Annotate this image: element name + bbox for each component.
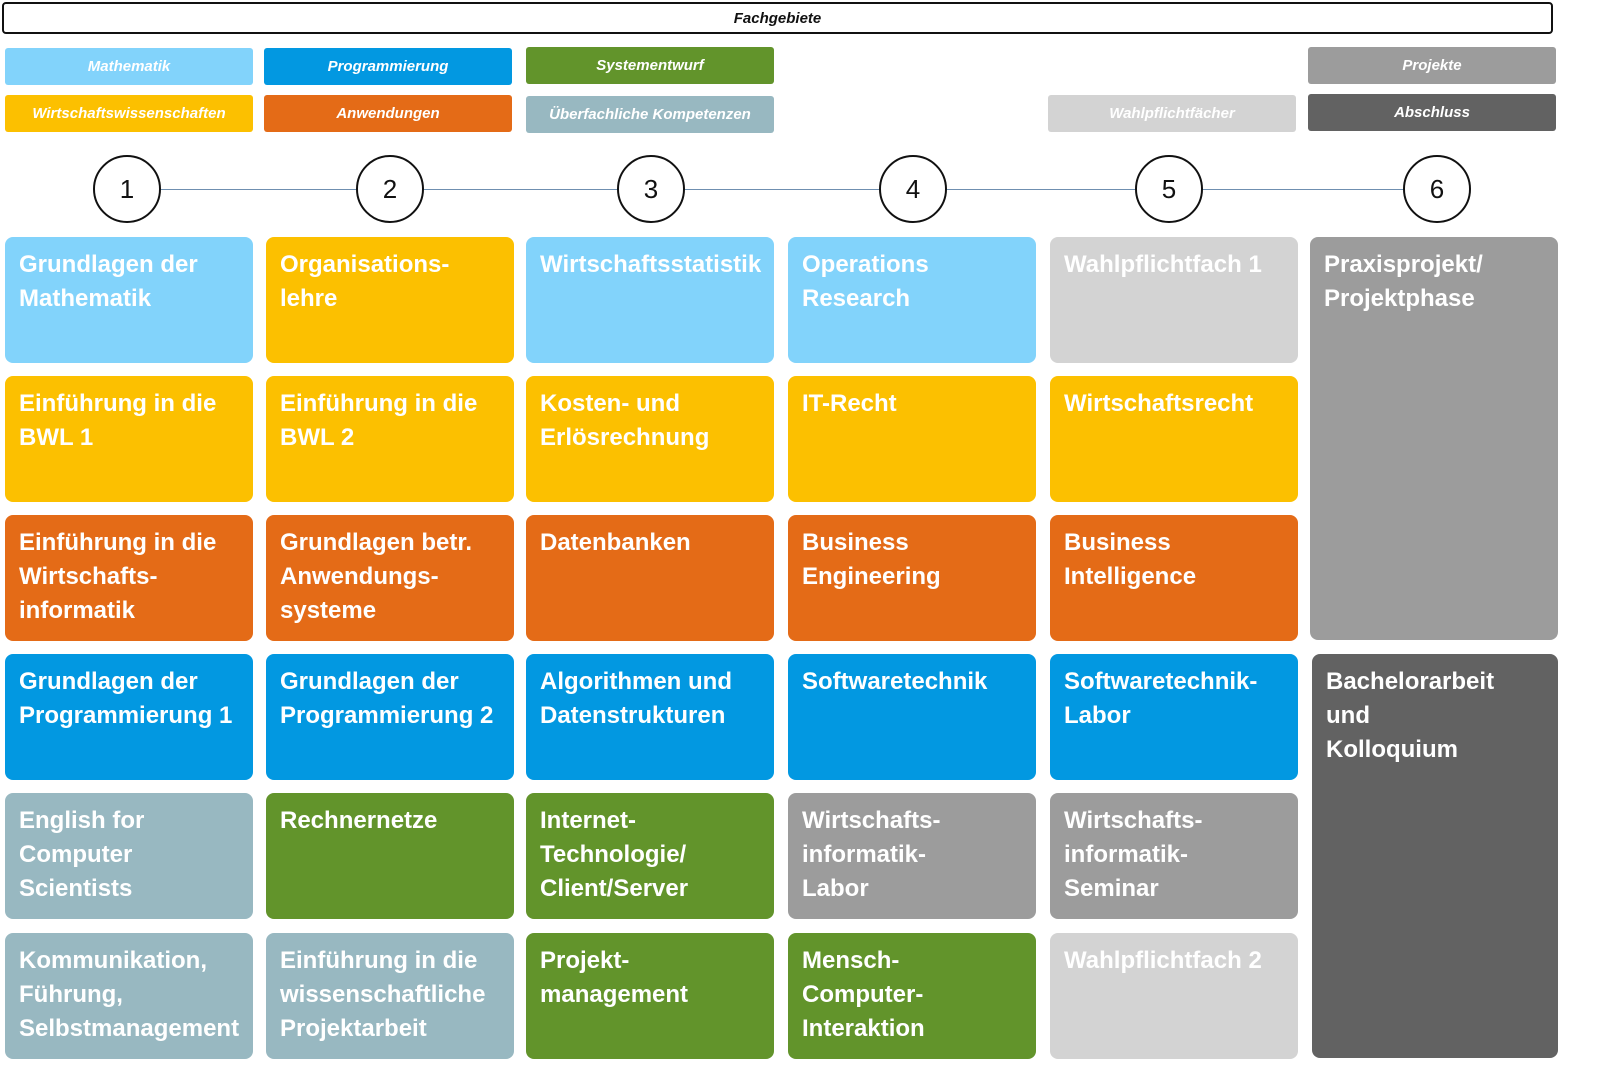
legend-abschluss: Abschluss [1308, 94, 1556, 131]
semester-marker-6: 6 [1403, 155, 1471, 223]
module-card: Kosten- und Erlösrechnung [526, 376, 774, 502]
legend-wirtschaftswissenschaften: Wirtschaftswissenschaften [5, 95, 253, 132]
module-card: Business Engineering [788, 515, 1036, 641]
module-card: Grundlagen betr. Anwendungs- systeme [266, 515, 514, 641]
module-card: Wirtschaftsrecht [1050, 376, 1298, 502]
legend-ueberfachliche-kompetenzen: Überfachliche Kompetenzen [526, 96, 774, 133]
module-bachelorarbeit: Bachelorarbeit und Kolloquium [1312, 654, 1558, 1058]
timeline-connector [160, 189, 1410, 190]
module-card: Projekt- management [526, 933, 774, 1059]
module-card: Rechnernetze [266, 793, 514, 919]
module-card: Wahlpflichtfach 1 [1050, 237, 1298, 363]
semester-marker-5: 5 [1135, 155, 1203, 223]
module-card: Wirtschaftsstatistik [526, 237, 774, 363]
module-card: Softwaretechnik- Labor [1050, 654, 1298, 780]
module-card: Einführung in die BWL 1 [5, 376, 253, 502]
module-card: Kommunikation, Führung, Selbstmanagement [5, 933, 253, 1059]
module-card: IT-Recht [788, 376, 1036, 502]
module-card: Internet- Technologie/ Client/Server [526, 793, 774, 919]
module-card: Einführung in die wissenschaftliche Proj… [266, 933, 514, 1059]
module-card: Datenbanken [526, 515, 774, 641]
module-card: Softwaretechnik [788, 654, 1036, 780]
module-card: Operations Research [788, 237, 1036, 363]
semester-marker-3: 3 [617, 155, 685, 223]
module-card: Wahlpflichtfach 2 [1050, 933, 1298, 1059]
legend-projekte: Projekte [1308, 47, 1556, 84]
semester-marker-4: 4 [879, 155, 947, 223]
legend-anwendungen: Anwendungen [264, 95, 512, 132]
module-card: Einführung in die Wirtschafts- informati… [5, 515, 253, 641]
module-card: English for Computer Scientists [5, 793, 253, 919]
legend-programmierung: Programmierung [264, 48, 512, 85]
module-card: Wirtschafts- informatik- Seminar [1050, 793, 1298, 919]
fachgebiete-header: Fachgebiete [2, 2, 1553, 34]
semester-marker-1: 1 [93, 155, 161, 223]
module-card: Grundlagen der Programmierung 2 [266, 654, 514, 780]
module-praxisprojekt: Praxisprojekt/ Projektphase [1310, 237, 1558, 640]
module-card: Mensch- Computer- Interaktion [788, 933, 1036, 1059]
module-card: Wirtschafts- informatik- Labor [788, 793, 1036, 919]
legend-mathematik: Mathematik [5, 48, 253, 85]
legend-systementwurf: Systementwurf [526, 47, 774, 84]
module-card: Business Intelligence [1050, 515, 1298, 641]
module-card: Organisations- lehre [266, 237, 514, 363]
module-card: Algorithmen und Datenstrukturen [526, 654, 774, 780]
semester-marker-2: 2 [356, 155, 424, 223]
header-title: Fachgebiete [733, 9, 822, 27]
semester-timeline: 1 2 3 4 5 6 [0, 150, 1597, 230]
module-card: Grundlagen der Mathematik [5, 237, 253, 363]
module-card: Einführung in die BWL 2 [266, 376, 514, 502]
module-card: Grundlagen der Programmierung 1 [5, 654, 253, 780]
legend-wahlpflichtfaecher: Wahlpflichtfächer [1048, 95, 1296, 132]
